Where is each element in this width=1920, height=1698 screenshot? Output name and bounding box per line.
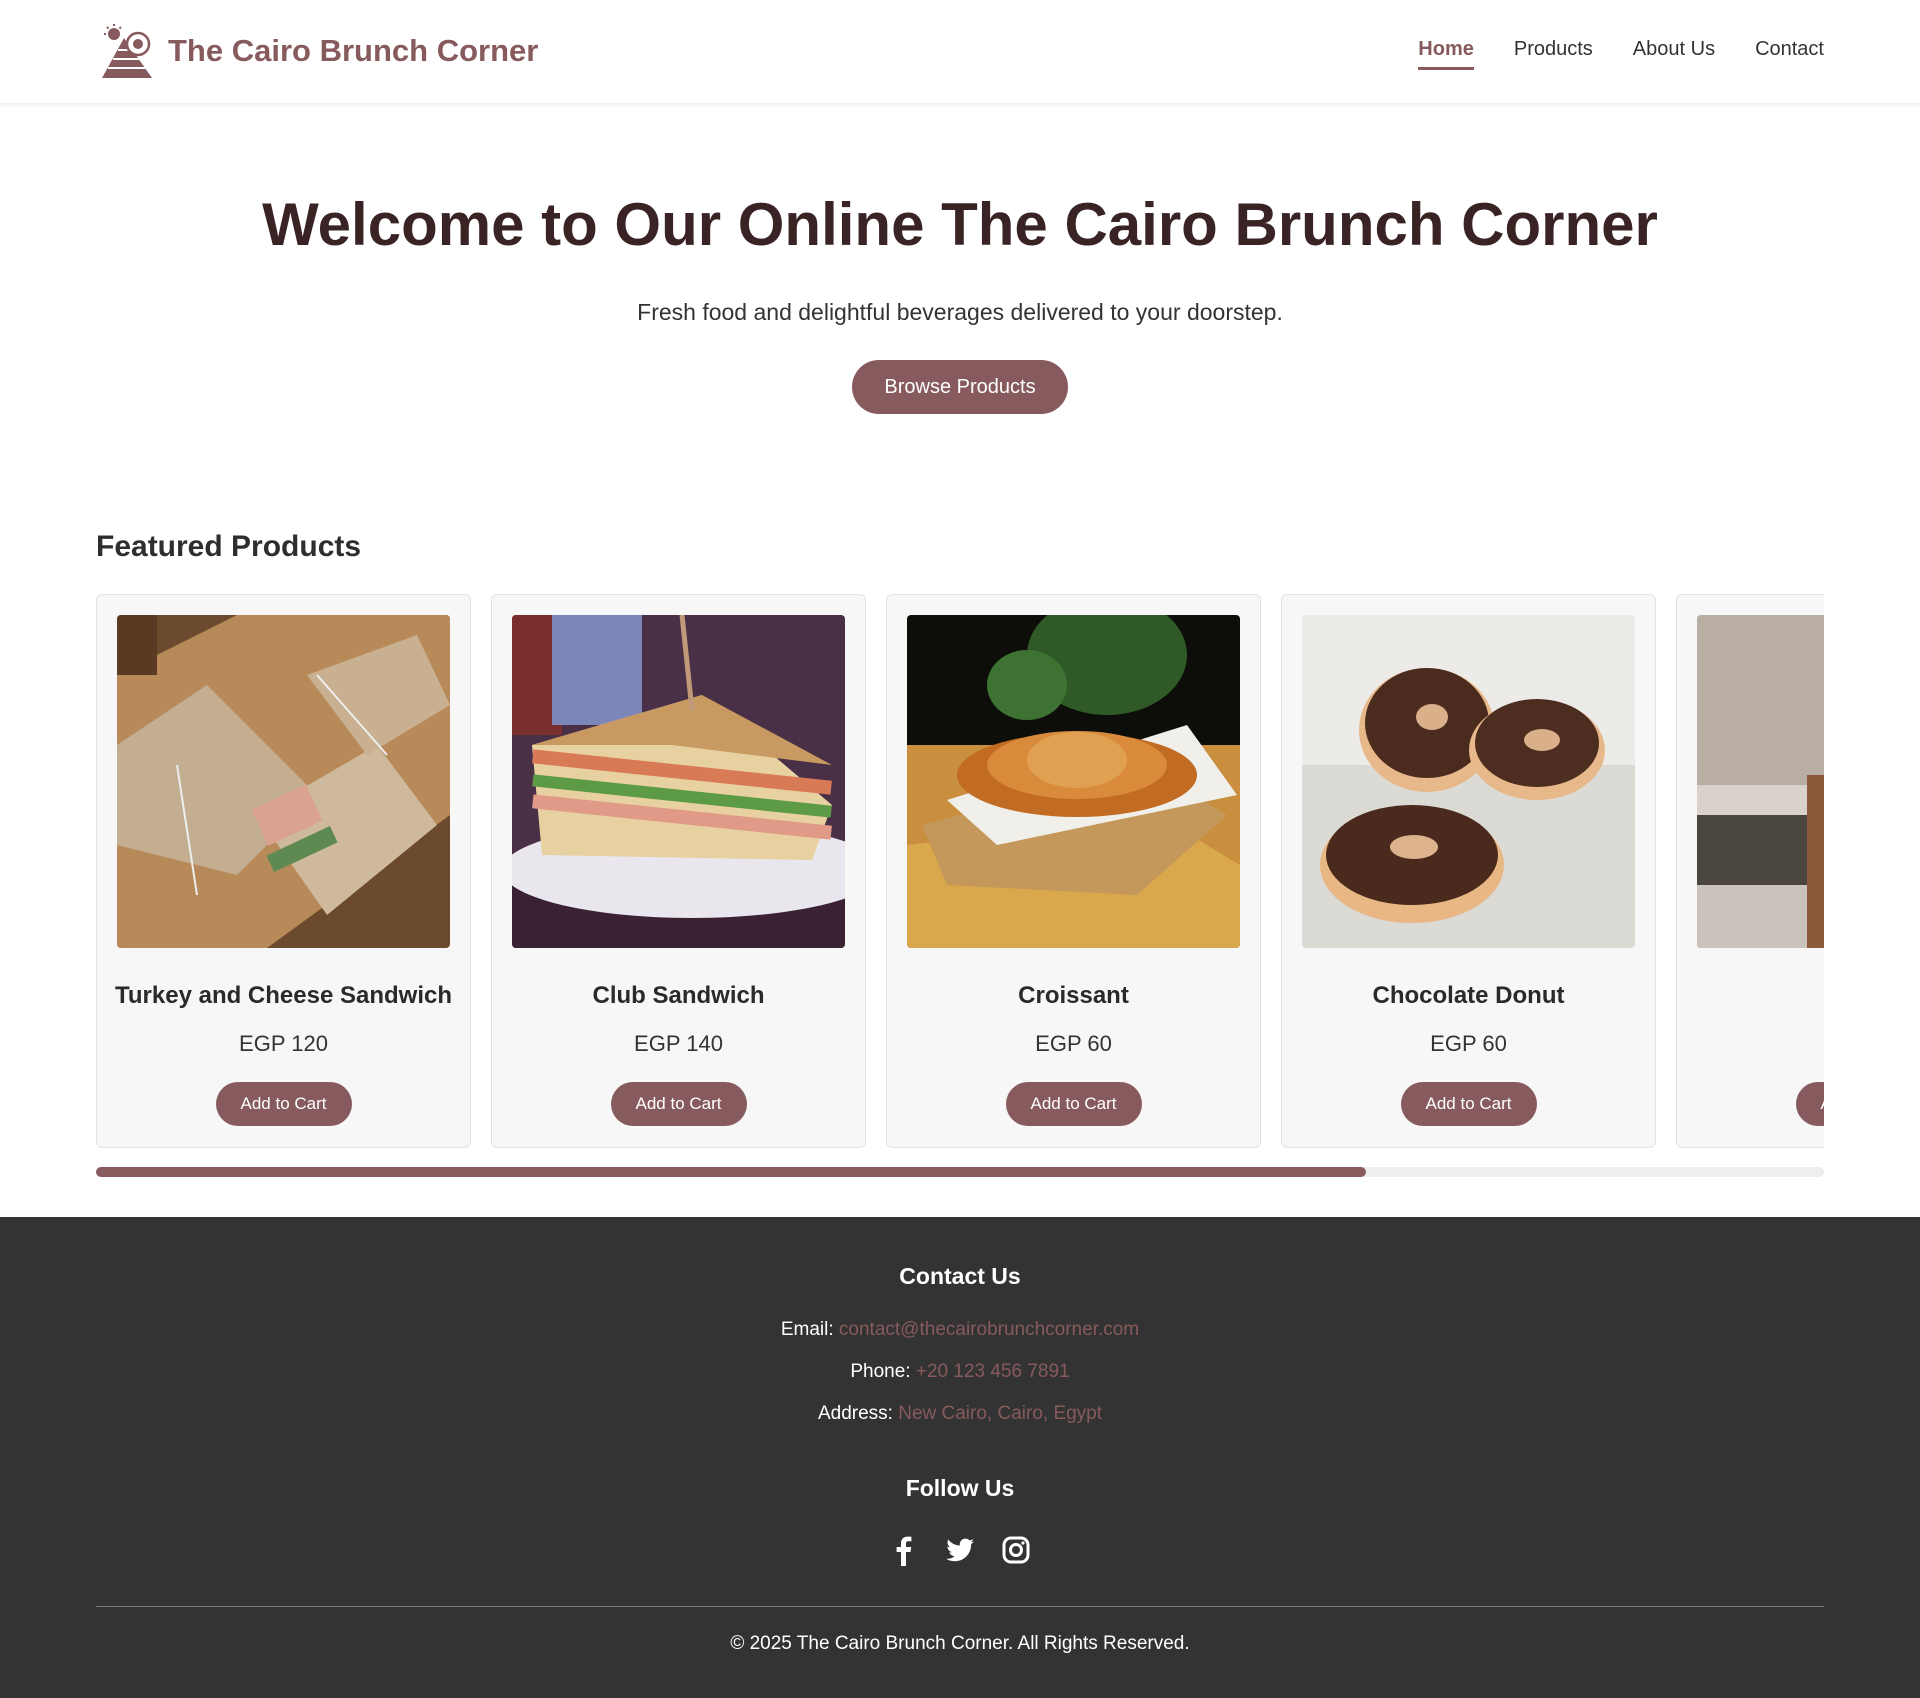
add-to-cart-button[interactable]: Add to Cart: [215, 1082, 352, 1126]
iced-drink-photo-partial: [1697, 615, 1824, 948]
brand[interactable]: The Cairo Brunch Corner: [96, 22, 538, 80]
phone-link[interactable]: +20 123 456 7891: [916, 1361, 1070, 1382]
add-to-cart-button[interactable]: Add to Cart: [610, 1082, 747, 1126]
address-label: Address:: [817, 1403, 893, 1424]
address-link[interactable]: New Cairo, Cairo, Egypt: [898, 1403, 1102, 1424]
product-card: Turkey and Cheese Sandwich EGP 120 Add t…: [96, 594, 471, 1148]
pyramid-brunch-logo-icon: [102, 24, 152, 78]
nav-home[interactable]: Home: [1418, 38, 1474, 70]
browse-products-button[interactable]: Browse Products: [852, 360, 1068, 414]
nav-products[interactable]: Products: [1514, 38, 1593, 70]
product-price: EGP 60: [1035, 1031, 1112, 1056]
product-price: EGP 120: [239, 1031, 328, 1056]
product-card: Chocolate Donut EGP 60 Add to Cart: [1281, 594, 1656, 1148]
product-name: Ic: [1677, 982, 1824, 1010]
product-price: EGP 140: [634, 1031, 723, 1056]
copyright: © 2025 The Cairo Brunch Corner. All Righ…: [730, 1633, 1190, 1654]
contact-us-title: Contact Us: [899, 1263, 1021, 1289]
product-name: Croissant: [1018, 982, 1129, 1009]
brand-name: The Cairo Brunch Corner: [168, 33, 539, 68]
product-card: Ic Add to Cart: [1676, 594, 1824, 1148]
contact-address: Address: New Cairo, Cairo, Egypt: [0, 1403, 1920, 1425]
add-to-cart-button[interactable]: Add to Cart: [1400, 1082, 1537, 1126]
chocolate-donuts-photo: [1302, 615, 1635, 948]
site-footer: Contact Us Email: contact@thecairobrunch…: [0, 1217, 1920, 1698]
product-carousel[interactable]: Turkey and Cheese Sandwich EGP 120 Add t…: [96, 594, 1824, 1148]
twitter-icon[interactable]: [944, 1534, 976, 1566]
hero-subtitle: Fresh food and delightful beverages deli…: [637, 299, 1283, 325]
carousel-scrollbar[interactable]: [96, 1167, 1824, 1177]
facebook-icon[interactable]: [888, 1534, 920, 1566]
product-name: Turkey and Cheese Sandwich: [115, 982, 452, 1009]
footer-divider: [96, 1606, 1824, 1607]
social-links: [0, 1534, 1920, 1566]
featured-products-title: Featured Products: [96, 530, 362, 563]
email-link[interactable]: contact@thecairobrunchcorner.com: [839, 1319, 1139, 1340]
instagram-icon[interactable]: [1000, 1534, 1032, 1566]
phone-label: Phone:: [850, 1361, 911, 1382]
nav-about-us[interactable]: About Us: [1633, 38, 1715, 70]
nav-contact[interactable]: Contact: [1755, 38, 1824, 70]
product-price: EGP 60: [1430, 1031, 1507, 1056]
carousel-scrollbar-thumb[interactable]: [96, 1167, 1367, 1177]
club-sandwich-photo: [512, 615, 845, 948]
contact-phone: Phone: +20 123 456 7891: [0, 1361, 1920, 1383]
product-card: Croissant EGP 60 Add to Cart: [886, 594, 1261, 1148]
product-name: Club Sandwich: [592, 982, 765, 1009]
contact-email: Email: contact@thecairobrunchcorner.com: [0, 1319, 1920, 1341]
wrapped-sandwiches-photo: [117, 615, 450, 948]
follow-us-title: Follow Us: [905, 1475, 1015, 1501]
hero-section: Welcome to Our Online The Cairo Brunch C…: [0, 190, 1920, 414]
hero-title: Welcome to Our Online The Cairo Brunch C…: [262, 191, 1658, 258]
product-card: Club Sandwich EGP 140 Add to Cart: [491, 594, 866, 1148]
main-nav: Home Products About Us Contact: [1378, 38, 1824, 70]
email-label: Email:: [780, 1319, 834, 1340]
product-name: Chocolate Donut: [1372, 982, 1565, 1009]
croissant-photo: [907, 615, 1240, 948]
add-to-cart-button[interactable]: Add to Cart: [1005, 1082, 1142, 1126]
add-to-cart-button[interactable]: Add to Cart: [1795, 1082, 1824, 1126]
site-header: The Cairo Brunch Corner Home Products Ab…: [0, 0, 1920, 103]
